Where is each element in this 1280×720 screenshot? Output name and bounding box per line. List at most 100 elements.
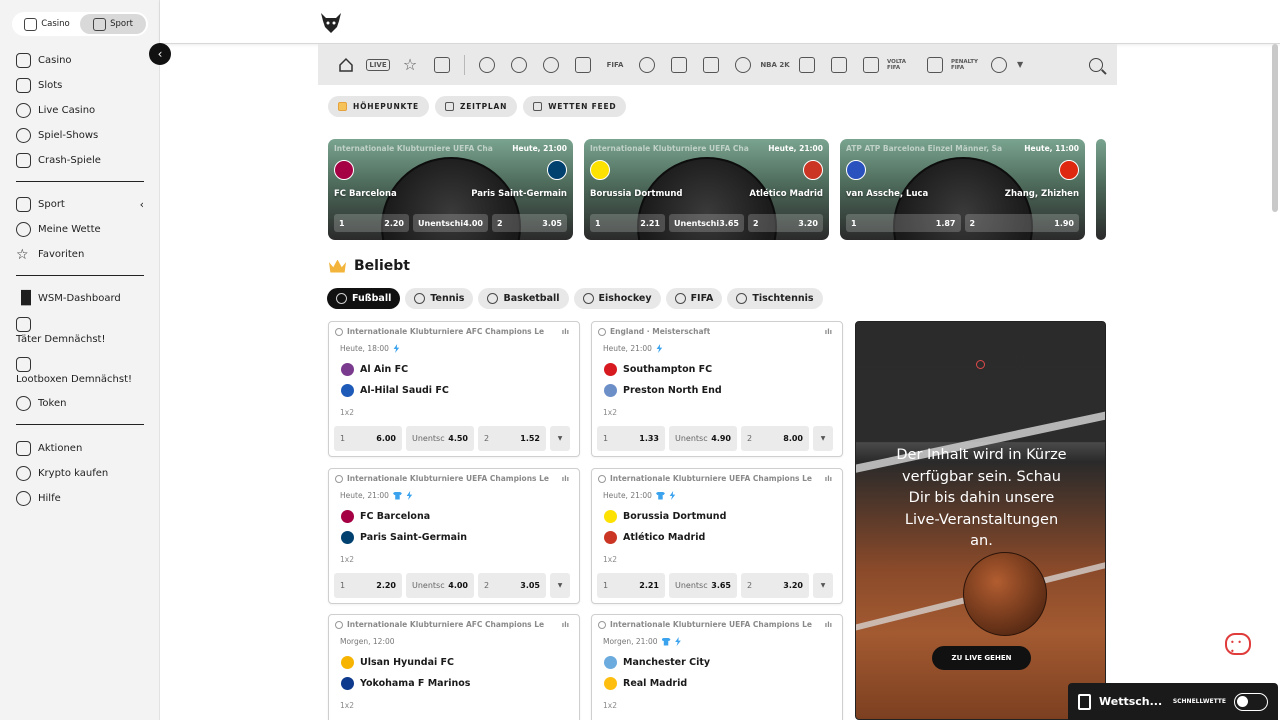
tab-football[interactable]: Fußball [327, 288, 401, 309]
tab-highlights[interactable]: HÖHEPUNKTE [328, 96, 429, 117]
volleyball-icon[interactable] [727, 44, 759, 85]
stats-icon[interactable]: ılı [562, 475, 569, 483]
baseball-icon[interactable] [791, 44, 823, 85]
star-icon[interactable]: ☆ [394, 44, 426, 85]
betslip-bar[interactable]: Wettsch... SCHNELLWETTE [1068, 683, 1278, 720]
table-tennis-icon[interactable] [631, 44, 663, 85]
penalty-fifa-icon[interactable]: PENALTY FIFA [951, 44, 983, 85]
sidebar-item-live-casino[interactable]: Live Casino [16, 98, 144, 123]
highlight-card[interactable]: Internationale Klubturniere UEFA Cha Heu… [328, 139, 573, 240]
odds-home-button[interactable]: 1 1.87 [846, 214, 961, 232]
fifa-icon[interactable]: FIFA [599, 44, 631, 85]
more-markets-button[interactable]: ▼ [813, 573, 833, 598]
highlight-header: Internationale Klubturniere UEFA Cha Heu… [590, 144, 823, 153]
collapse-sidebar-button[interactable]: ‹ [149, 43, 171, 65]
more-markets-button[interactable]: ▼ [813, 426, 833, 451]
casino-mode-button[interactable]: Casino [14, 14, 80, 34]
sidebar-item-promotions[interactable]: Aktionen [16, 436, 144, 461]
stats-icon[interactable]: ılı [562, 621, 569, 629]
tab-fifa[interactable]: FIFA [665, 288, 723, 309]
sidebar-item-sport[interactable]: Sport ‹ [16, 192, 144, 217]
sidebar-item-casino[interactable]: Casino [16, 48, 144, 73]
odds-away-button[interactable]: 2 3.20 [748, 214, 823, 232]
football-icon[interactable] [471, 44, 503, 85]
tab-tennis[interactable]: Tennis [405, 288, 474, 309]
match-card[interactable]: Internationale Klubturniere AFC Champion… [328, 321, 580, 457]
tab-schedule[interactable]: ZEITPLAN [434, 96, 518, 117]
more-markets-button[interactable]: ▼ [550, 573, 570, 598]
odds-away-button[interactable]: 2 3.05 [492, 214, 567, 232]
odds-draw-button[interactable]: Unentsc 4.00 [406, 573, 474, 598]
tab-ice-hockey[interactable]: Eishockey [573, 288, 661, 309]
sidebar-item-help[interactable]: Hilfe [16, 486, 144, 511]
sidebar-item-favorites[interactable]: ☆ Favoriten [16, 242, 144, 267]
ice-hockey-icon[interactable] [567, 44, 599, 85]
odds-draw-button[interactable]: Unentschi 4.00 [413, 214, 488, 232]
scrollbar[interactable] [1272, 44, 1278, 212]
volta-fifa-icon[interactable]: VOLTA FIFA [887, 44, 919, 85]
odds-home-button[interactable]: 1 2.20 [334, 214, 409, 232]
sport-mode-button[interactable]: Sport [80, 14, 146, 34]
search-icon[interactable] [1089, 57, 1103, 72]
sidebar-item-crash-games[interactable]: Crash-Spiele [16, 148, 144, 173]
sidebar-item-my-bets[interactable]: Meine Wette [16, 217, 144, 242]
sidebar-item-lootboxen[interactable]: Lootboxen Demnächst! [16, 351, 144, 391]
basketball-image [963, 552, 1047, 636]
odds-away-button[interactable]: 2 3.20 [741, 573, 809, 598]
odds-draw-button[interactable]: Unentschi 3.65 [669, 214, 744, 232]
snooker-icon[interactable] [855, 44, 887, 85]
handball-icon[interactable] [663, 44, 695, 85]
rugby-icon[interactable] [919, 44, 951, 85]
stats-icon[interactable]: ılı [562, 328, 569, 336]
basketball-icon[interactable] [535, 44, 567, 85]
home-icon[interactable] [330, 44, 362, 85]
match-card[interactable]: Internationale Klubturniere UEFA Champio… [591, 468, 843, 604]
odds-home-button[interactable]: 1 6.00 [334, 426, 402, 451]
stats-icon[interactable]: ılı [825, 328, 832, 336]
odds-away-button[interactable]: 2 3.05 [478, 573, 546, 598]
highlight-card[interactable]: ATP ATP Barcelona Einzel Männer, Sa Heut… [840, 139, 1085, 240]
more-markets-button[interactable]: ▼ [550, 426, 570, 451]
tennis-icon[interactable] [503, 44, 535, 85]
logo-icon[interactable] [318, 9, 344, 35]
jersey-icon [661, 637, 671, 646]
match-card[interactable]: England · Meisterschaft ılı Heute, 21:00… [591, 321, 843, 457]
match-card[interactable]: Internationale Klubturniere UEFA Champio… [328, 468, 580, 604]
chat-icon[interactable] [1225, 633, 1251, 656]
odds-home-button[interactable]: 1 2.21 [590, 214, 665, 232]
esports-icon[interactable] [823, 44, 855, 85]
highlight-card[interactable]: Internationale Klubturniere UEFA Cha Heu… [584, 139, 829, 240]
tab-table-tennis[interactable]: Tischtennis [727, 288, 823, 309]
stats-icon[interactable]: ılı [825, 621, 832, 629]
sidebar-item-token[interactable]: Token [16, 391, 144, 416]
tab-bets-feed[interactable]: WETTEN FEED [523, 96, 627, 117]
odds-away-button[interactable]: 2 1.52 [478, 426, 546, 451]
more-sports-icon[interactable] [983, 44, 1015, 85]
odds-away-button[interactable]: 2 1.90 [964, 214, 1079, 232]
odds-home-button[interactable]: 1 1.33 [597, 426, 665, 451]
odds-draw-button[interactable]: Unentsc 4.90 [669, 426, 737, 451]
go-live-button[interactable]: ZU LIVE GEHEN [932, 646, 1031, 670]
quick-bet-toggle[interactable] [1234, 692, 1268, 711]
stats-icon[interactable]: ılı [825, 475, 832, 483]
live-icon[interactable]: LIVE [362, 44, 394, 85]
highlight-card-partial[interactable] [1096, 139, 1106, 240]
cricket-icon[interactable] [695, 44, 727, 85]
match-card[interactable]: Internationale Klubturniere UEFA Champio… [591, 614, 843, 720]
odds-home-button[interactable]: 1 2.20 [334, 573, 402, 598]
nba2k-icon[interactable]: NBA 2K [759, 44, 791, 85]
tab-basketball[interactable]: Basketball [478, 288, 569, 309]
sidebar-item-taeter[interactable]: Täter Demnächst! [16, 311, 144, 351]
sidebar-item-buy-crypto[interactable]: Krypto kaufen [16, 461, 144, 486]
chevron-down-icon[interactable]: ▼ [1017, 60, 1023, 69]
sidebar-item-slots[interactable]: Slots [16, 73, 144, 98]
betslip-icon[interactable] [426, 44, 458, 85]
chevron-left-icon[interactable]: ‹ [140, 198, 144, 211]
match-card[interactable]: Internationale Klubturniere AFC Champion… [328, 614, 580, 720]
sidebar-item-game-shows[interactable]: Spiel-Shows [16, 123, 144, 148]
odds-draw-button[interactable]: Unentsc 3.65 [669, 573, 737, 598]
odds-away-button[interactable]: 2 8.00 [741, 426, 809, 451]
sidebar-item-wsm-dashboard[interactable]: ▐▌ WSM-Dashboard [16, 286, 144, 311]
odds-home-button[interactable]: 1 2.21 [597, 573, 665, 598]
odds-draw-button[interactable]: Unentsc 4.50 [406, 426, 474, 451]
